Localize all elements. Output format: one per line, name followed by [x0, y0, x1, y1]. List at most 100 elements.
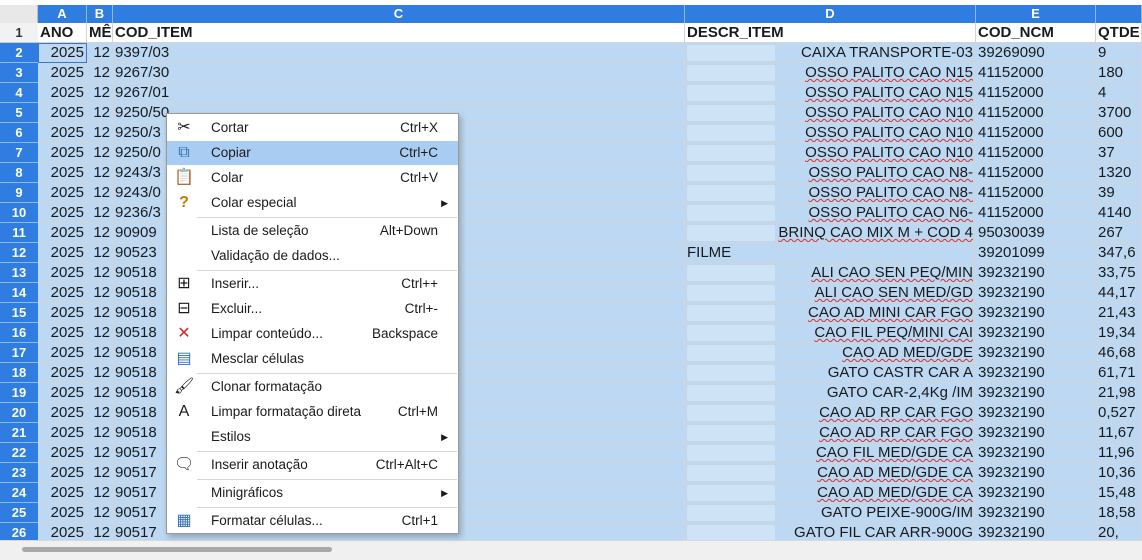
cell-cod-ncm[interactable]: 41152000: [976, 63, 1096, 83]
cell-ano[interactable]: 2025: [38, 503, 87, 523]
menu-item-estilos[interactable]: Estilos ▶: [167, 425, 458, 449]
cell-qtd[interactable]: 600: [1096, 123, 1142, 143]
cell-mes[interactable]: 12: [87, 383, 113, 403]
cell-cod-ncm[interactable]: 95030039: [976, 223, 1096, 243]
row-header[interactable]: 23: [0, 463, 38, 483]
cell-mes[interactable]: 12: [87, 503, 113, 523]
cell-ano[interactable]: 2025: [38, 343, 87, 363]
cell-ano[interactable]: 2025: [38, 163, 87, 183]
cell-descr-item[interactable]: OSSO PALITO CAO N10: [685, 123, 976, 143]
cell-ano[interactable]: 2025: [38, 223, 87, 243]
cell-cod-ncm[interactable]: 39269090: [976, 43, 1096, 63]
cell-mes[interactable]: 12: [87, 403, 113, 423]
row-header[interactable]: 17: [0, 343, 38, 363]
row-header[interactable]: 20: [0, 403, 38, 423]
cell-descr-item[interactable]: OSSO PALITO CAO N6-: [685, 203, 976, 223]
cell-descr-item[interactable]: GATO CASTR CAR A: [685, 363, 976, 383]
cell-descr-item[interactable]: CAO AD RP CAR FGO: [685, 403, 976, 423]
cell-mes[interactable]: 12: [87, 183, 113, 203]
header-cod-item[interactable]: COD_ITEM: [113, 23, 685, 43]
cell-mes[interactable]: 12: [87, 163, 113, 183]
cell-qtd[interactable]: 44,17: [1096, 283, 1142, 303]
cell-descr-item[interactable]: OSSO PALITO CAO N8-: [685, 163, 976, 183]
cell-ano[interactable]: 2025: [38, 443, 87, 463]
menu-item-colar-especial[interactable]: ? Colar especial ▶: [167, 191, 458, 215]
cell-cod-ncm[interactable]: 41152000: [976, 183, 1096, 203]
row-header[interactable]: 22: [0, 443, 38, 463]
cell-qtd[interactable]: 33,75: [1096, 263, 1142, 283]
cell-mes[interactable]: 12: [87, 263, 113, 283]
cell-mes[interactable]: 12: [87, 223, 113, 243]
cell-ano[interactable]: 2025: [38, 323, 87, 343]
cell-ano[interactable]: 2025: [38, 183, 87, 203]
cell-mes[interactable]: 12: [87, 443, 113, 463]
cell-ano[interactable]: 2025: [38, 403, 87, 423]
header-qtd[interactable]: QTDE: [1096, 23, 1142, 43]
menu-item-formatar-celulas[interactable]: ▦ Formatar células... Ctrl+1: [167, 509, 458, 533]
column-header-c[interactable]: C: [113, 5, 685, 23]
menu-item-cortar[interactable]: ✂ Cortar Ctrl+X: [167, 116, 458, 140]
cell-ano[interactable]: 2025: [38, 263, 87, 283]
cell-cod-ncm[interactable]: 41152000: [976, 123, 1096, 143]
cell-cod-ncm[interactable]: 39232190: [976, 503, 1096, 523]
row-header[interactable]: 2: [0, 43, 38, 63]
cell-descr-item[interactable]: FILME: [685, 243, 976, 263]
cell-qtd[interactable]: 37: [1096, 143, 1142, 163]
row-header[interactable]: 15: [0, 303, 38, 323]
cell-descr-item[interactable]: CAO AD MED/GDE: [685, 343, 976, 363]
cell-cod-ncm[interactable]: 39232190: [976, 423, 1096, 443]
cell-descr-item[interactable]: ALI CAO SEN PEQ/MIN: [685, 263, 976, 283]
header-descr-item[interactable]: DESCR_ITEM: [685, 23, 976, 43]
cell-qtd[interactable]: 180: [1096, 63, 1142, 83]
cell-qtd[interactable]: 3700: [1096, 103, 1142, 123]
cell-mes[interactable]: 12: [87, 243, 113, 263]
cell-cod-item[interactable]: 9267/30: [113, 63, 685, 83]
cell-cod-ncm[interactable]: 41152000: [976, 143, 1096, 163]
cell-ano[interactable]: 2025: [38, 383, 87, 403]
cell-descr-item[interactable]: ALI CAO SEN MED/GD: [685, 283, 976, 303]
cell-mes[interactable]: 12: [87, 483, 113, 503]
cell-qtd[interactable]: 4: [1096, 83, 1142, 103]
cell-cod-ncm[interactable]: 39232190: [976, 283, 1096, 303]
menu-item-limpar-conteudo[interactable]: ✕ Limpar conteúdo... Backspace: [167, 322, 458, 346]
cell-qtd[interactable]: 21,98: [1096, 383, 1142, 403]
row-header[interactable]: 3: [0, 63, 38, 83]
cell-ano[interactable]: 2025: [38, 303, 87, 323]
cell-cod-ncm[interactable]: 41152000: [976, 83, 1096, 103]
cell-cod-ncm[interactable]: 39232190: [976, 343, 1096, 363]
cell-descr-item[interactable]: CAO AD MINI CAR FGO: [685, 303, 976, 323]
menu-item-validacao-de-dados[interactable]: Validação de dados...: [167, 244, 458, 268]
cell-descr-item[interactable]: OSSO PALITO CAO N15: [685, 63, 976, 83]
cell-mes[interactable]: 12: [87, 423, 113, 443]
cell-mes[interactable]: 12: [87, 283, 113, 303]
cell-cod-ncm[interactable]: 39232190: [976, 403, 1096, 423]
cell-descr-item[interactable]: CAO AD MED/GDE CA: [685, 463, 976, 483]
menu-item-lista-de-selecao[interactable]: Lista de seleção Alt+Down: [167, 219, 458, 243]
row-header[interactable]: 19: [0, 383, 38, 403]
menu-item-limpar-formatacao-direta[interactable]: A Limpar formatação direta Ctrl+M: [167, 400, 458, 424]
cell-qtd[interactable]: 11,67: [1096, 423, 1142, 443]
cell-descr-item[interactable]: GATO CAR-2,4Kg /IM: [685, 383, 976, 403]
cell-descr-item[interactable]: CAO FIL MED/GDE CA: [685, 443, 976, 463]
column-header-d[interactable]: D: [685, 5, 976, 23]
menu-item-copiar[interactable]: ⧉ Copiar Ctrl+C: [167, 141, 458, 165]
cell-qtd[interactable]: 1320: [1096, 163, 1142, 183]
row-header[interactable]: 4: [0, 83, 38, 103]
cell-mes[interactable]: 12: [87, 43, 113, 63]
cell-descr-item[interactable]: CAO AD RP CAR FGO: [685, 423, 976, 443]
row-header[interactable]: 8: [0, 163, 38, 183]
cell-qtd[interactable]: 39: [1096, 183, 1142, 203]
header-cod-ncm[interactable]: COD_NCM: [976, 23, 1096, 43]
row-header[interactable]: 21: [0, 423, 38, 443]
row-header[interactable]: 13: [0, 263, 38, 283]
cell-cod-ncm[interactable]: 39232190: [976, 303, 1096, 323]
cell-descr-item[interactable]: GATO FIL CAR ARR-900G: [685, 523, 976, 540]
row-header[interactable]: 26: [0, 523, 38, 540]
row-header[interactable]: 16: [0, 323, 38, 343]
menu-item-clonar-formatacao[interactable]: 🖌 Clonar formatação: [167, 375, 458, 399]
cell-descr-item[interactable]: OSSO PALITO CAO N15: [685, 83, 976, 103]
cell-qtd[interactable]: 9: [1096, 43, 1142, 63]
row-header[interactable]: 5: [0, 103, 38, 123]
cell-cod-ncm[interactable]: 39232190: [976, 263, 1096, 283]
cell-qtd[interactable]: 11,96: [1096, 443, 1142, 463]
